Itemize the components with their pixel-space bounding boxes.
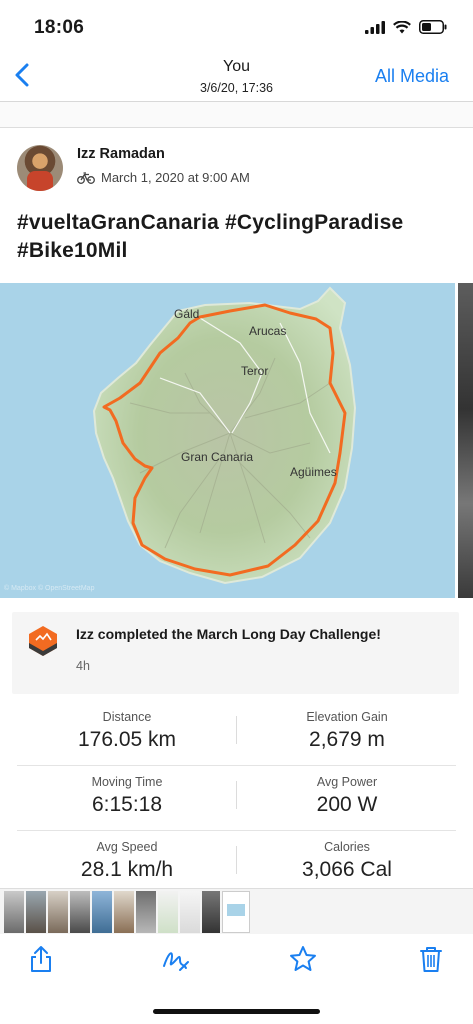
bicycle-icon <box>77 171 95 184</box>
thumbnail[interactable] <box>136 891 156 933</box>
thumbnail-strip[interactable] <box>0 888 473 934</box>
avatar[interactable] <box>17 145 63 191</box>
stat-distance: Distance 176.05 km <box>27 702 227 752</box>
stat-label: Distance <box>102 710 152 724</box>
stat-divider <box>236 781 237 809</box>
thumbnail-map-preview <box>227 904 245 916</box>
thumbnail[interactable] <box>158 891 178 933</box>
status-time: 18:06 <box>34 17 85 38</box>
stat-divider <box>236 716 237 744</box>
route-map[interactable]: Gáld Arucas Teror Gran Canaria Agüimes ©… <box>0 283 455 598</box>
bottom-toolbar <box>0 934 473 1024</box>
activity-date: March 1, 2020 at 9:00 AM <box>101 170 250 185</box>
stat-value: 2,679 m <box>309 728 385 751</box>
thumbnail[interactable] <box>202 891 220 933</box>
share-icon[interactable] <box>26 944 56 974</box>
thumbnail[interactable] <box>48 891 68 933</box>
stat-moving-time: Moving Time 6:15:18 <box>27 767 227 817</box>
stat-avg-power: Avg Power 200 W <box>247 767 447 817</box>
stat-value: 200 W <box>316 793 378 816</box>
stat-value: 176.05 km <box>77 728 177 751</box>
map-label: Gáld <box>174 307 199 321</box>
status-icons <box>365 20 447 34</box>
stat-value: 28.1 km/h <box>80 858 174 881</box>
markup-icon[interactable] <box>160 944 190 974</box>
map-label: Arucas <box>249 324 286 338</box>
stats-row: Distance 176.05 km Elevation Gain 2,679 … <box>17 702 456 766</box>
challenge-badge-icon <box>29 626 57 656</box>
stats-row: Moving Time 6:15:18 Avg Power 200 W <box>17 767 456 831</box>
battery-icon <box>419 20 447 34</box>
challenge-time: 4h <box>76 659 90 673</box>
status-bar: 18:06 <box>0 0 473 52</box>
stat-label: Moving Time <box>91 775 163 789</box>
thumbnail[interactable] <box>92 891 112 933</box>
post-title: #vueltaGranCanaria #CyclingParadise #Bik… <box>17 211 404 262</box>
map-label: Gran Canaria <box>181 450 253 464</box>
stat-value: 3,066 Cal <box>302 858 392 881</box>
thumbnail[interactable] <box>114 891 134 933</box>
stat-value: 6:15:18 <box>91 793 163 816</box>
stats-row: Avg Speed 28.1 km/h Calories 3,066 Cal <box>17 832 456 888</box>
challenge-text: Izz completed the March Long Day Challen… <box>76 626 381 642</box>
all-media-button[interactable]: All Media <box>375 66 449 87</box>
wifi-icon <box>393 20 411 33</box>
map-attribution: © Mapbox © OpenStreetMap <box>4 585 95 592</box>
trash-icon[interactable] <box>416 944 446 974</box>
stat-label: Elevation Gain <box>306 710 388 724</box>
stat-elevation: Elevation Gain 2,679 m <box>247 702 447 752</box>
nav-bar: You 3/6/20, 17:36 All Media <box>0 52 473 102</box>
stat-label: Avg Speed <box>96 840 158 854</box>
stat-calories: Calories 3,066 Cal <box>247 832 447 882</box>
map-graphic: Gáld Arucas Teror Gran Canaria Agüimes <box>92 286 357 585</box>
stat-label: Calories <box>324 840 370 854</box>
thumbnail[interactable] <box>70 891 90 933</box>
challenge-card[interactable]: Izz completed the March Long Day Challen… <box>12 612 459 694</box>
photo-content: Izz Ramadan March 1, 2020 at 9:00 AM #vu… <box>0 102 473 888</box>
screenshot-top-band <box>0 102 473 128</box>
thumbnail-selected[interactable] <box>222 891 250 933</box>
stat-label: Avg Power <box>316 775 378 789</box>
thumbnail[interactable] <box>180 891 200 933</box>
thumbnail[interactable] <box>4 891 24 933</box>
thumbnail[interactable] <box>26 891 46 933</box>
author-name[interactable]: Izz Ramadan <box>77 146 165 162</box>
star-icon[interactable] <box>288 944 318 974</box>
home-indicator[interactable] <box>153 1009 320 1014</box>
activity-meta: March 1, 2020 at 9:00 AM <box>77 170 250 185</box>
map-label: Agüimes <box>290 465 337 479</box>
map-label: Teror <box>241 364 268 378</box>
adjacent-photo-preview[interactable] <box>458 283 473 598</box>
stat-avg-speed: Avg Speed 28.1 km/h <box>27 832 227 882</box>
signal-icon <box>365 20 385 34</box>
stat-divider <box>236 846 237 874</box>
